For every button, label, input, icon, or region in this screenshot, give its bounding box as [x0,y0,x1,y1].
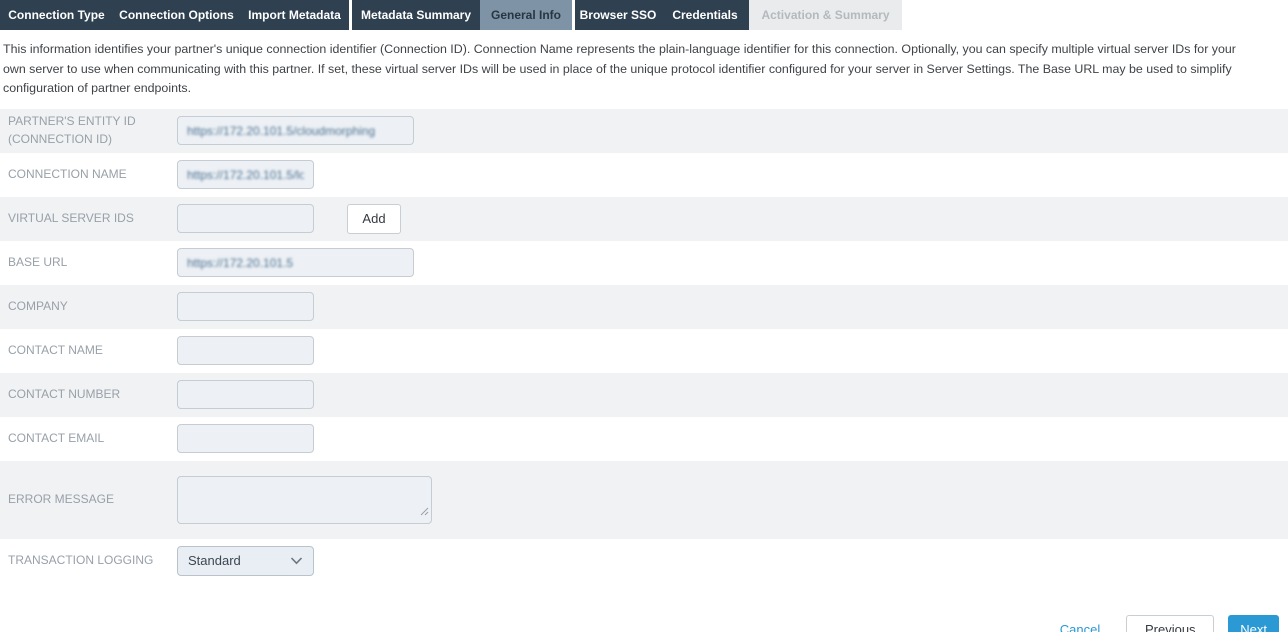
partner-entity-id-input[interactable]: https://172.20.101.5/cloudmorphing [177,116,414,146]
tab-metadata-summary[interactable]: Metadata Summary [352,0,480,30]
tab-activation-summary: Activation & Summary [749,0,902,30]
field-label: TRANSACTION LOGGING [8,553,154,568]
cancel-link[interactable]: Cancel [1060,622,1100,632]
previous-button[interactable]: Previous [1126,614,1215,632]
company-input[interactable] [177,292,314,322]
add-button[interactable]: Add [347,203,401,234]
row-contact-name: CONTACT NAME [0,329,1288,373]
contact-email-input[interactable] [177,424,314,454]
tab-import-metadata[interactable]: Import Metadata [240,0,349,30]
row-connection-name: CONNECTION NAME https://172.20.101.5/loc… [0,153,1288,197]
row-transaction-logging: TRANSACTION LOGGING Standard [0,539,1288,583]
row-partner-entity-id: PARTNER'S ENTITY ID (CONNECTION ID) http… [0,108,1288,153]
redacted-value: https://172.20.101.5 [187,255,294,270]
tab-credentials[interactable]: Credentials [661,0,749,30]
row-base-url: BASE URL https://172.20.101.5 [0,241,1288,285]
field-label: CONNECTION NAME [8,167,127,182]
connection-name-input[interactable]: https://172.20.101.5/local [177,160,314,190]
field-label: COMPANY [8,299,68,314]
field-label: VIRTUAL SERVER IDS [8,211,134,226]
row-virtual-server-ids: VIRTUAL SERVER IDS Add [0,196,1288,241]
wizard-tab-bar: Connection Type Connection Options Impor… [0,0,1288,30]
field-label: CONTACT NUMBER [8,387,121,402]
row-contact-email: CONTACT EMAIL [0,417,1288,461]
error-message-textarea[interactable] [177,475,432,524]
virtual-server-ids-input[interactable] [177,204,314,234]
tab-connection-type[interactable]: Connection Type [0,0,113,30]
selected-option: Standard [188,553,241,569]
field-label: ERROR MESSAGE [8,492,115,507]
field-label: PARTNER'S ENTITY ID (CONNECTION ID) [8,114,136,146]
contact-name-input[interactable] [177,336,314,366]
field-label: CONTACT EMAIL [8,431,105,446]
redacted-value: https://172.20.101.5/cloudmorphing [187,123,376,138]
resize-handle-icon[interactable] [420,503,429,521]
next-button[interactable]: Next [1228,614,1279,632]
redacted-value: https://172.20.101.5/local [187,167,304,182]
transaction-logging-select[interactable]: Standard [177,545,314,576]
field-label: CONTACT NAME [8,343,103,358]
page-description: This information identifies your partner… [3,42,1236,96]
contact-number-input[interactable] [177,380,314,410]
row-company: COMPANY [0,284,1288,329]
tab-browser-sso[interactable]: Browser SSO [575,0,661,30]
base-url-input[interactable]: https://172.20.101.5 [177,248,414,278]
tab-general-info[interactable]: General Info [480,0,572,30]
tab-connection-options[interactable]: Connection Options [113,0,240,30]
row-contact-number: CONTACT NUMBER [0,372,1288,417]
wizard-footer: Cancel Previous Next [0,614,1288,632]
chevron-down-icon [290,557,303,565]
field-label: BASE URL [8,255,68,270]
general-info-form: PARTNER'S ENTITY ID (CONNECTION ID) http… [0,108,1288,583]
row-error-message: ERROR MESSAGE [0,460,1288,539]
